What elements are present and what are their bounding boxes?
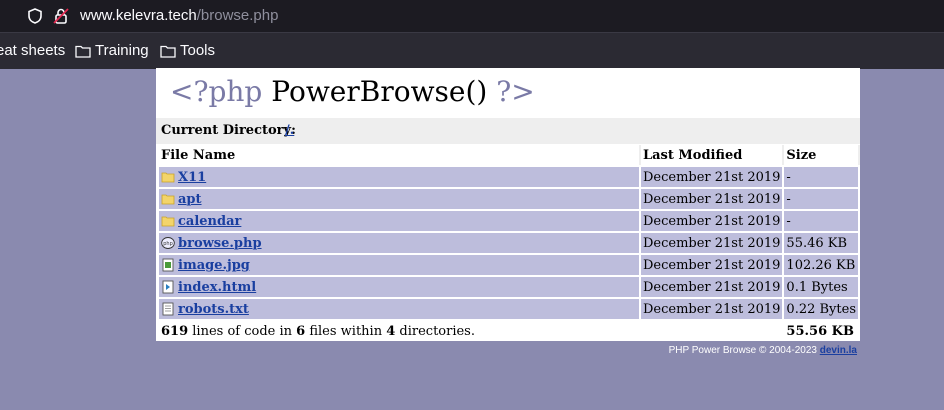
file-link[interactable]: apt — [178, 192, 202, 207]
table-row[interactable]: calendar December 21st 2019- — [159, 211, 860, 231]
file-name-wrap: php browse.php — [161, 236, 637, 251]
credit-link[interactable]: devin.la — [820, 345, 857, 356]
html-file-icon — [161, 280, 175, 294]
folder-icon — [161, 170, 175, 184]
summary-empty — [640, 321, 785, 341]
file-size: - — [784, 211, 860, 231]
file-modified: December 21st 2019 — [640, 277, 785, 297]
table-header-row: File Name Last Modified Size — [159, 145, 860, 165]
bookmark-label: eat sheets — [0, 42, 66, 59]
file-name-wrap: apt — [161, 192, 637, 207]
file-size: - — [784, 167, 860, 187]
file-name-wrap: index.html — [161, 280, 637, 295]
file-size: - — [784, 189, 860, 209]
current-directory-label: Current Directory: — [161, 123, 296, 138]
url-text[interactable]: www.kelevra.tech/browse.php — [80, 6, 278, 26]
folder-icon — [160, 45, 176, 58]
file-name-cell: robots.txt — [159, 299, 641, 319]
summary-text: 619 lines of code in 6 files within 4 di… — [159, 321, 641, 341]
file-size: 0.1 Bytes — [784, 277, 860, 297]
bookmark-label: Training — [95, 42, 149, 59]
file-link[interactable]: image.jpg — [178, 258, 250, 273]
php-open-tag: <?php — [170, 75, 263, 108]
folder-icon — [75, 45, 91, 58]
total-size: 55.56 KB — [784, 321, 860, 341]
table-row[interactable]: image.jpg December 21st 2019 102.26 KB — [159, 255, 860, 275]
bookmark-folder-training[interactable]: Training — [75, 42, 149, 59]
php-close-tag: ?> — [496, 75, 535, 108]
file-modified: December 21st 2019 — [640, 211, 785, 231]
file-modified: December 21st 2019 — [640, 233, 785, 253]
file-link[interactable]: index.html — [178, 280, 256, 295]
footer-credit: PHP Power Browse © 2004-2023 devin.la — [669, 345, 857, 356]
bookmarks-toolbar: eat sheets Training Tools — [0, 32, 944, 69]
table-row[interactable]: apt December 21st 2019- — [159, 189, 860, 209]
lines-count: 619 — [161, 323, 189, 339]
summary-dirs-text: directories. — [395, 323, 475, 339]
folder-icon — [161, 192, 175, 206]
file-modified: December 21st 2019 — [640, 299, 785, 319]
column-header-size: Size — [784, 145, 860, 165]
file-link[interactable]: browse.php — [178, 236, 262, 251]
file-name-cell: php browse.php — [159, 233, 641, 253]
file-link[interactable]: calendar — [178, 214, 241, 229]
file-size: 55.46 KB — [784, 233, 860, 253]
file-name-cell: index.html — [159, 277, 641, 297]
credit-text: PHP Power Browse © 2004-2023 — [668, 345, 820, 356]
bookmark-folder-tools[interactable]: Tools — [160, 42, 215, 59]
text-file-icon — [161, 302, 175, 316]
files-count: 6 — [296, 323, 306, 339]
shield-icon[interactable] — [26, 7, 44, 25]
url-path: /browse.php — [196, 7, 279, 24]
current-directory-bar: Current Directory: /. — [156, 118, 860, 144]
table-row[interactable]: X11 December 21st 2019- — [159, 167, 860, 187]
browser-panel: <?php PowerBrowse() ?> Current Directory… — [156, 68, 860, 341]
file-table: File Name Last Modified Size X11 December… — [159, 143, 860, 343]
table-row[interactable]: index.html December 21st 2019 0.1 Bytes — [159, 277, 860, 297]
url-bar[interactable]: www.kelevra.tech/browse.php — [0, 0, 944, 32]
image-file-icon — [161, 258, 175, 272]
file-name-wrap: X11 — [161, 170, 637, 185]
file-name-cell: image.jpg — [159, 255, 641, 275]
file-modified: December 21st 2019 — [640, 167, 785, 187]
file-modified: December 21st 2019 — [640, 255, 785, 275]
column-header-name: File Name — [159, 145, 641, 165]
file-modified: December 21st 2019 — [640, 189, 785, 209]
table-row[interactable]: php browse.php December 21st 2019 55.46 KB — [159, 233, 860, 253]
current-directory-link[interactable]: /. — [285, 118, 294, 144]
page-title: <?php PowerBrowse() ?> — [170, 72, 535, 112]
folder-icon — [161, 214, 175, 228]
php-file-icon: php — [161, 236, 175, 250]
summary-files-text: files within — [305, 323, 387, 339]
file-name-cell: calendar — [159, 211, 641, 231]
bookmark-label: Tools — [180, 42, 216, 59]
url-host: www.kelevra.tech — [80, 7, 197, 24]
file-name-wrap: robots.txt — [161, 302, 637, 317]
bookmark-cheat-sheets[interactable]: eat sheets — [0, 42, 65, 59]
title-function: PowerBrowse() — [271, 75, 488, 108]
file-name-wrap: calendar — [161, 214, 637, 229]
file-link[interactable]: X11 — [178, 170, 206, 185]
svg-text:php: php — [163, 241, 173, 247]
column-header-modified: Last Modified — [640, 145, 785, 165]
file-name-cell: X11 — [159, 167, 641, 187]
summary-row: 619 lines of code in 6 files within 4 di… — [159, 321, 860, 341]
dirs-count: 4 — [386, 323, 396, 339]
file-size: 102.26 KB — [784, 255, 860, 275]
file-name-cell: apt — [159, 189, 641, 209]
table-row[interactable]: robots.txt December 21st 2019 0.22 Bytes — [159, 299, 860, 319]
file-name-wrap: image.jpg — [161, 258, 637, 273]
summary-lines-text: lines of code in — [188, 323, 297, 339]
insecure-lock-icon[interactable] — [52, 7, 70, 25]
file-link[interactable]: robots.txt — [178, 302, 249, 317]
file-size: 0.22 Bytes — [784, 299, 860, 319]
